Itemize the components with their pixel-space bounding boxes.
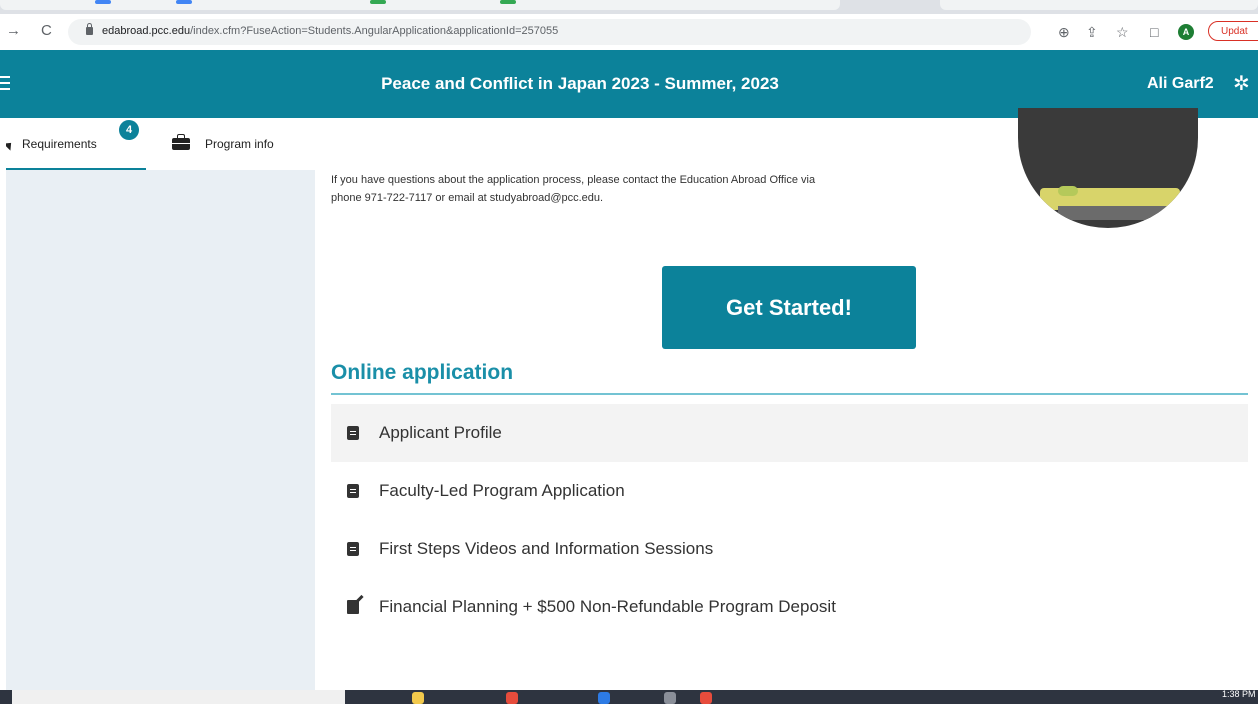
list-item-label: Financial Planning + $500 Non-Refundable… (379, 597, 836, 616)
list-item-applicant-profile[interactable]: Applicant Profile (331, 404, 1248, 462)
browser-tab-active[interactable] (940, 0, 1258, 10)
app-icon[interactable] (664, 692, 676, 704)
app-icon[interactable] (700, 692, 712, 704)
list-item-label: Faculty-Led Program Application (379, 481, 625, 500)
tab-favicon (370, 0, 386, 4)
contact-info-text: If you have questions about the applicat… (331, 174, 816, 204)
list-item-financial-planning[interactable]: Financial Planning + $500 Non-Refundable… (331, 578, 1248, 636)
page-title: Peace and Conflict in Japan 2023 - Summe… (381, 74, 779, 93)
tab-requirements[interactable]: Requirements 4 (0, 118, 146, 170)
signature-icon (347, 600, 359, 614)
browser-tab-strip (0, 0, 1258, 14)
book-icon (347, 542, 359, 556)
address-bar[interactable]: edabroad.pcc.edu/index.cfm?FuseAction=St… (68, 19, 1070, 45)
user-name[interactable]: Ali Garf2 (1147, 75, 1214, 93)
forward-icon[interactable]: → (6, 22, 21, 40)
bookmark-star-icon[interactable]: ☆ (1116, 24, 1129, 40)
photo-stone (1058, 206, 1168, 220)
profile-avatar[interactable]: A (1178, 24, 1194, 40)
url-text[interactable]: edabroad.pcc.edu/index.cfm?FuseAction=St… (102, 25, 558, 37)
side-panel-icon[interactable]: □ (1150, 24, 1158, 40)
url-path: /index.cfm?FuseAction=Students.AngularAp… (190, 25, 559, 37)
sidebar (6, 170, 315, 690)
tab-requirements-label: Requirements (22, 137, 97, 151)
tab-program-info[interactable]: Program info (172, 118, 302, 170)
lock-icon (86, 23, 93, 35)
tab-favicon (176, 0, 192, 4)
tab-program-info-label: Program info (205, 137, 274, 151)
gear-icon[interactable]: ✲ (1233, 71, 1250, 96)
os-taskbar: 1:38 PM (0, 689, 1258, 704)
play-document-icon (347, 484, 359, 498)
taskbar-search[interactable] (12, 690, 345, 704)
photo-flowers-accent (1058, 186, 1078, 196)
section-divider (331, 393, 1248, 395)
list-item-faculty-led-application[interactable]: Faculty-Led Program Application (331, 462, 1248, 520)
tab-favicon (500, 0, 516, 4)
reload-icon[interactable]: C (41, 22, 52, 40)
chrome-icon[interactable] (506, 692, 518, 704)
list-item-label: Applicant Profile (379, 423, 502, 442)
program-photo (1018, 108, 1198, 228)
list-item-label: First Steps Videos and Information Sessi… (379, 539, 714, 558)
zoom-icon[interactable]: ⊕ (1058, 24, 1070, 40)
app-icon[interactable] (598, 692, 610, 704)
requirements-count-badge: 4 (119, 120, 139, 140)
share-icon[interactable]: ⇪ (1086, 24, 1098, 40)
document-icon (347, 426, 359, 440)
get-started-button[interactable]: Get Started! (662, 266, 916, 349)
taskbar-clock: 1:38 PM (1222, 689, 1256, 699)
browser-toolbar: → C edabroad.pcc.edu/index.cfm?FuseActio… (0, 14, 1258, 51)
briefcase-icon (172, 134, 190, 150)
update-button[interactable]: Updat (1208, 21, 1258, 41)
list-item-first-steps[interactable]: First Steps Videos and Information Sessi… (331, 520, 1248, 578)
url-host: edabroad.pcc.edu (102, 25, 191, 37)
tab-favicon (95, 0, 111, 4)
section-title: Online application (331, 361, 514, 384)
file-explorer-icon[interactable] (412, 692, 424, 704)
browser-tab-group[interactable] (0, 0, 840, 10)
